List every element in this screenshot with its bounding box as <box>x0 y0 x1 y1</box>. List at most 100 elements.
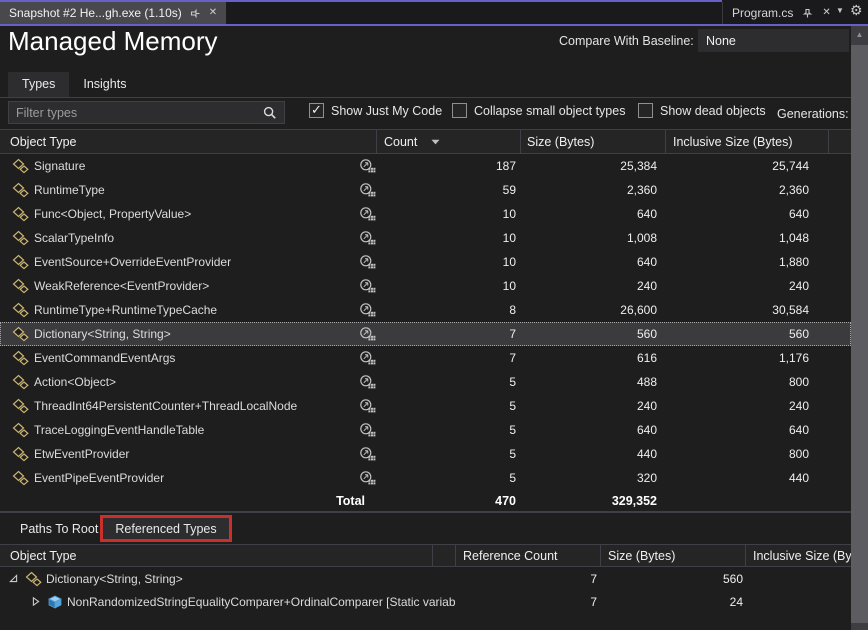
type-row[interactable]: TraceLoggingEventHandleTable5640640 <box>0 418 851 442</box>
type-row[interactable]: EtwEventProvider5440800 <box>0 442 851 466</box>
type-row[interactable]: RuntimeType592,3602,360 <box>0 178 851 202</box>
column-size[interactable]: Size (Bytes) <box>600 545 745 566</box>
view-instances-icon[interactable] <box>359 206 376 222</box>
inclusive-size-value: 640 <box>665 423 828 437</box>
document-tab-strip: Snapshot #2 He...gh.exe (1.10s) ✕ Progra… <box>0 0 868 24</box>
column-reference-count[interactable]: Reference Count <box>455 545 600 566</box>
type-row[interactable]: EventSource+OverrideEventProvider106401,… <box>0 250 851 274</box>
view-tab-bar: Types Insights <box>0 72 851 98</box>
column-object-type[interactable]: Object Type <box>0 130 376 153</box>
class-icon <box>12 158 29 174</box>
type-row[interactable]: ThreadInt64PersistentCounter+ThreadLocal… <box>0 394 851 418</box>
snapshot-tab-label: Snapshot #2 He...gh.exe (1.10s) <box>9 6 182 20</box>
code-tab-label: Program.cs <box>732 6 793 20</box>
referenced-type-row[interactable]: Dictionary<String, String>7560 <box>0 567 851 590</box>
column-object-type[interactable]: Object Type <box>0 545 432 566</box>
show-just-my-code-option[interactable]: Show Just My Code <box>309 103 442 118</box>
scrollbar-thumb[interactable] <box>851 45 868 623</box>
filter-types-input[interactable]: Filter types <box>8 101 285 124</box>
object-instance-icon <box>47 594 63 610</box>
type-row[interactable]: Func<Object, PropertyValue>10640640 <box>0 202 851 226</box>
type-row[interactable]: WeakReference<EventProvider>10240240 <box>0 274 851 298</box>
size-value: 640 <box>520 207 665 221</box>
count-value: 8 <box>376 303 520 317</box>
view-instances-icon[interactable] <box>359 374 376 390</box>
close-icon[interactable]: ✕ <box>209 8 217 18</box>
scroll-up-arrow-icon[interactable]: ▲ <box>851 26 868 43</box>
collapse-small-object-types-checkbox[interactable] <box>452 103 467 118</box>
collapse-small-object-types-option[interactable]: Collapse small object types <box>452 103 625 118</box>
vertical-scrollbar[interactable]: ▲ <box>851 26 868 630</box>
object-type-label: Dictionary<String, String> <box>46 572 183 586</box>
expand-toggle-icon[interactable] <box>30 596 41 607</box>
column-gap <box>432 545 455 566</box>
column-inclusive-size[interactable]: Inclusive Size (Bytes) <box>745 545 851 566</box>
tab-referenced-types[interactable]: Referenced Types <box>100 515 232 542</box>
search-icon[interactable] <box>263 106 277 120</box>
tab-insights[interactable]: Insights <box>69 72 140 97</box>
inclusive-size-value: 800 <box>665 447 828 461</box>
referenced-type-row[interactable]: NonRandomizedStringEqualityComparer+Ordi… <box>0 590 851 613</box>
type-row[interactable]: EventCommandEventArgs76161,176 <box>0 346 851 370</box>
object-type-label: Action<Object> <box>34 375 116 389</box>
accent-line-top <box>0 0 722 2</box>
class-icon <box>12 398 29 414</box>
count-value: 5 <box>376 423 520 437</box>
inclusive-size-value: 560 <box>665 327 828 341</box>
tab-paths-to-root[interactable]: Paths To Root <box>8 518 110 540</box>
checkbox-label: Show Just My Code <box>331 104 442 118</box>
view-instances-icon[interactable] <box>359 398 376 414</box>
inclusive-size-value: 30,584 <box>665 303 828 317</box>
baseline-combobox[interactable]: None <box>698 29 849 52</box>
type-row[interactable]: Action<Object>5488800 <box>0 370 851 394</box>
column-size[interactable]: Size (Bytes) <box>520 130 665 153</box>
object-type-label: RuntimeType+RuntimeTypeCache <box>34 303 217 317</box>
reference-count-value: 7 <box>455 572 600 586</box>
show-dead-objects-option[interactable]: Show dead objects <box>638 103 766 118</box>
type-row[interactable]: RuntimeType+RuntimeTypeCache826,60030,58… <box>0 298 851 322</box>
chevron-down-icon[interactable]: ▼ <box>836 7 844 15</box>
pin-icon[interactable] <box>802 8 813 19</box>
size-value: 25,384 <box>520 159 665 173</box>
close-icon[interactable]: ✕ <box>822 8 830 18</box>
tab-snapshot[interactable]: Snapshot #2 He...gh.exe (1.10s) ✕ <box>0 2 226 24</box>
type-row[interactable]: ScalarTypeInfo101,0081,048 <box>0 226 851 250</box>
inclusive-size-value: 1,880 <box>665 255 828 269</box>
view-instances-icon[interactable] <box>359 302 376 318</box>
view-instances-icon[interactable] <box>359 326 376 342</box>
view-instances-icon[interactable] <box>359 230 376 246</box>
view-instances-icon[interactable] <box>359 350 376 366</box>
count-value: 5 <box>376 399 520 413</box>
view-instances-icon[interactable] <box>359 254 376 270</box>
show-dead-objects-checkbox[interactable] <box>638 103 653 118</box>
view-instances-icon[interactable] <box>359 470 376 486</box>
class-icon <box>12 230 29 246</box>
count-value: 59 <box>376 183 520 197</box>
view-instances-icon[interactable] <box>359 278 376 294</box>
tab-program-cs[interactable]: Program.cs ✕ <box>722 2 831 24</box>
tab-types[interactable]: Types <box>8 72 69 97</box>
column-count[interactable]: Count <box>376 130 520 153</box>
details-table-body: Dictionary<String, String>7560NonRandomi… <box>0 567 851 613</box>
gear-icon[interactable]: ⚙ <box>850 3 863 17</box>
type-row[interactable]: Signature18725,38425,744 <box>0 154 851 178</box>
object-type-label: ScalarTypeInfo <box>34 231 114 245</box>
view-instances-icon[interactable] <box>359 158 376 174</box>
reference-count-value: 7 <box>455 595 600 609</box>
view-instances-icon[interactable] <box>359 422 376 438</box>
view-instances-icon[interactable] <box>359 446 376 462</box>
object-type-label: Dictionary<String, String> <box>34 327 171 341</box>
type-row[interactable]: Dictionary<String, String>7560560 <box>0 322 851 346</box>
class-icon <box>12 278 29 294</box>
object-type-label: EventSource+OverrideEventProvider <box>34 255 231 269</box>
column-inclusive-size[interactable]: Inclusive Size (Bytes) <box>665 130 828 153</box>
object-type-label: Func<Object, PropertyValue> <box>34 207 191 221</box>
collapse-toggle-icon[interactable] <box>8 573 19 584</box>
object-type-label: EventPipeEventProvider <box>34 471 164 485</box>
inclusive-size-value: 240 <box>665 279 828 293</box>
show-just-my-code-checkbox[interactable] <box>309 103 324 118</box>
type-row[interactable]: EventPipeEventProvider5320440 <box>0 466 851 490</box>
count-value: 7 <box>376 327 520 341</box>
view-instances-icon[interactable] <box>359 182 376 198</box>
pin-icon[interactable] <box>190 8 201 19</box>
